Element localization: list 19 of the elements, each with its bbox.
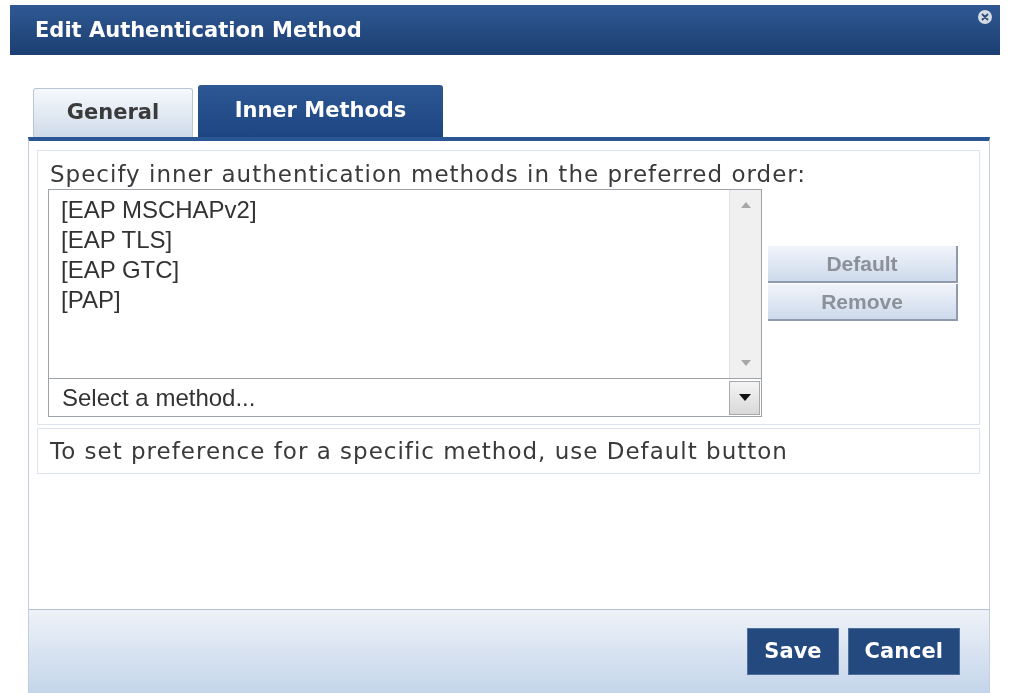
tab[interactable]: General — [33, 88, 193, 137]
caret-down-icon — [738, 394, 751, 401]
footer-button[interactable]: Cancel — [847, 628, 960, 675]
down-arrow-icon[interactable] — [740, 360, 751, 366]
method-list[interactable]: [EAP MSCHAPv2] [EAP TLS] [EAP GTC] [PAP] — [48, 189, 762, 379]
list-item[interactable]: [EAP TLS] — [59, 225, 175, 255]
scrollbar[interactable] — [729, 190, 761, 378]
hint-text: To set preference for a specific method, use Default button — [50, 436, 788, 466]
instruction-text: Specify inner authentication methods in the preferred order: — [49, 160, 808, 189]
list-item[interactable]: [PAP] — [59, 285, 123, 315]
tab[interactable]: Inner Methods — [198, 85, 443, 137]
list-item[interactable]: [EAP GTC] — [59, 255, 182, 285]
dropdown-button[interactable] — [729, 380, 760, 415]
dialog-title: Edit Authentication Method — [35, 17, 362, 43]
close-icon[interactable] — [978, 10, 992, 24]
method-select[interactable]: Select a method... — [48, 379, 762, 417]
footer-button[interactable]: Save — [747, 628, 839, 675]
up-arrow-icon[interactable] — [740, 202, 751, 208]
list-item[interactable]: [EAP MSCHAPv2] — [59, 195, 259, 225]
